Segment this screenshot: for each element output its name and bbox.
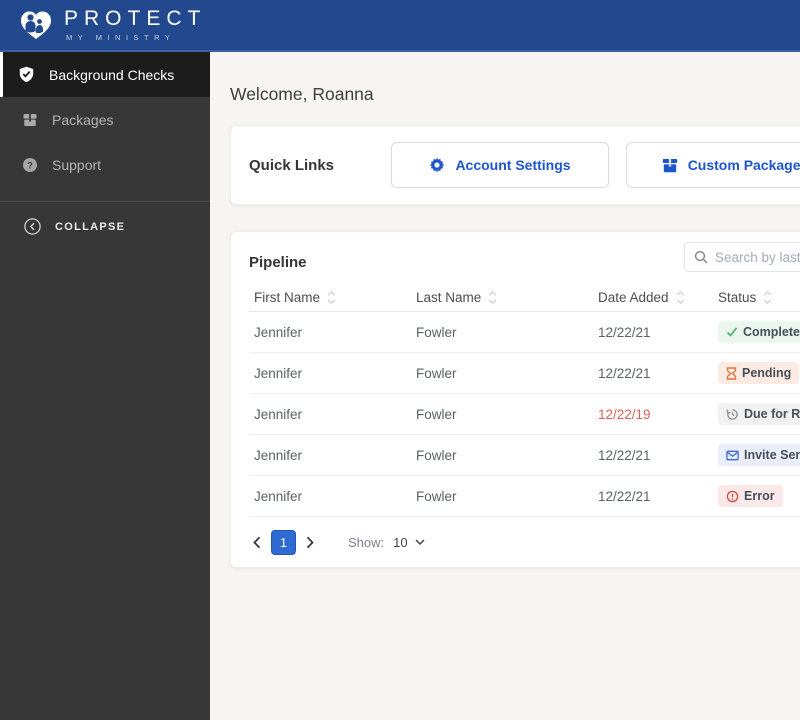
chevron-down-icon bbox=[415, 539, 425, 545]
page-title: Welcome, Roanna bbox=[230, 84, 374, 104]
help-icon: ? bbox=[21, 156, 38, 173]
status-badge: Error bbox=[718, 485, 783, 507]
envelope-icon bbox=[726, 450, 739, 461]
status-badge: Pending bbox=[718, 362, 800, 384]
previous-page-button[interactable] bbox=[249, 532, 265, 553]
page-number-button[interactable]: 1 bbox=[271, 529, 296, 555]
account-settings-button[interactable]: Account Settings bbox=[391, 142, 609, 188]
brand-subtitle: MY MINISTRY bbox=[66, 33, 176, 43]
sidebar-item-packages[interactable]: Packages bbox=[0, 97, 210, 142]
brand-title: PROTECT bbox=[64, 7, 207, 31]
show-label: Show: bbox=[348, 534, 385, 550]
table-row[interactable]: Jennifer Fowler 12/22/21 Invite Sent bbox=[249, 435, 800, 476]
pipeline-table: First Name Last Name Date Added Status J… bbox=[249, 284, 800, 517]
cell-first-name: Jennifer bbox=[254, 365, 303, 381]
cell-date-added: 12/22/21 bbox=[598, 365, 651, 381]
sidebar-item-background-checks[interactable]: Background Checks bbox=[0, 52, 210, 97]
check-icon bbox=[726, 326, 738, 338]
status-badge: Complete bbox=[718, 321, 800, 343]
heart-people-icon bbox=[18, 9, 54, 42]
sidebar-item-support[interactable]: ? Support bbox=[0, 142, 210, 187]
history-icon bbox=[726, 408, 739, 421]
cell-first-name: Jennifer bbox=[254, 488, 303, 504]
hourglass-icon bbox=[726, 366, 737, 380]
table-row[interactable]: Jennifer Fowler 12/22/21 Error bbox=[249, 476, 800, 517]
page-size-dropdown[interactable]: 10 bbox=[393, 534, 425, 550]
cell-date-added: 12/22/21 bbox=[598, 324, 651, 340]
search-icon bbox=[694, 250, 708, 264]
sort-icon bbox=[327, 290, 336, 305]
custom-packages-button[interactable]: Custom Packages bbox=[626, 142, 800, 188]
sidebar-item-label: Packages bbox=[52, 111, 114, 128]
cell-last-name: Fowler bbox=[416, 365, 457, 381]
cell-last-name: Fowler bbox=[416, 447, 457, 463]
status-badge: Due for Rescreen bbox=[718, 403, 800, 425]
account-settings-label: Account Settings bbox=[455, 157, 571, 173]
collapse-sidebar-button[interactable]: COLLAPSE bbox=[0, 202, 210, 235]
search-input[interactable] bbox=[715, 249, 800, 265]
quick-links-title: Quick Links bbox=[249, 156, 335, 174]
packages-icon bbox=[21, 111, 38, 128]
column-header-first-name[interactable]: First Name bbox=[249, 290, 416, 305]
sort-icon bbox=[676, 290, 685, 305]
sort-icon bbox=[488, 290, 497, 305]
column-header-status[interactable]: Status bbox=[718, 290, 800, 305]
search-box bbox=[684, 242, 800, 272]
table-row[interactable]: Jennifer Fowler 12/22/21 Pending bbox=[249, 353, 800, 394]
svg-text:?: ? bbox=[27, 160, 33, 171]
table-header-row: First Name Last Name Date Added Status bbox=[249, 284, 800, 312]
column-header-last-name[interactable]: Last Name bbox=[416, 290, 598, 305]
pipeline-title: Pipeline bbox=[249, 253, 307, 271]
custom-packages-label: Custom Packages bbox=[687, 157, 800, 173]
pipeline-card: Pipeline First Name bbox=[230, 231, 800, 568]
status-badge: Invite Sent bbox=[718, 444, 800, 466]
next-page-button[interactable] bbox=[302, 532, 318, 553]
sidebar-item-label: Support bbox=[52, 156, 102, 173]
sort-icon bbox=[763, 290, 772, 305]
cell-date-added: 12/22/19 bbox=[598, 406, 651, 422]
shield-check-icon bbox=[18, 66, 35, 83]
chevron-left-circle-icon bbox=[24, 218, 41, 235]
top-header: PROTECT MY MINISTRY bbox=[0, 0, 800, 52]
brand-logo[interactable]: PROTECT MY MINISTRY bbox=[18, 8, 206, 42]
main-content: Welcome, Roanna Quick Links Account Sett… bbox=[210, 52, 800, 720]
package-icon bbox=[662, 158, 678, 173]
page-size-value: 10 bbox=[393, 534, 408, 550]
gear-icon bbox=[429, 157, 445, 173]
column-header-date-added[interactable]: Date Added bbox=[598, 290, 718, 305]
collapse-label: COLLAPSE bbox=[55, 220, 126, 233]
sidebar-item-label: Background Checks bbox=[49, 66, 175, 83]
cell-last-name: Fowler bbox=[416, 488, 457, 504]
cell-first-name: Jennifer bbox=[254, 447, 303, 463]
cell-first-name: Jennifer bbox=[254, 324, 303, 340]
cell-date-added: 12/22/21 bbox=[598, 447, 651, 463]
table-row[interactable]: Jennifer Fowler 12/22/19 Due for Rescree… bbox=[249, 394, 800, 435]
quick-links-card: Quick Links Account Settings Custom Pack… bbox=[230, 125, 800, 205]
cell-first-name: Jennifer bbox=[254, 406, 303, 422]
cell-last-name: Fowler bbox=[416, 406, 457, 422]
cell-last-name: Fowler bbox=[416, 324, 457, 340]
sidebar: Background Checks Packages ? Support COL… bbox=[0, 52, 210, 720]
table-row[interactable]: Jennifer Fowler 12/22/21 Complete bbox=[249, 312, 800, 353]
error-icon bbox=[726, 490, 739, 503]
pagination: 1 Show: 10 bbox=[249, 529, 800, 555]
cell-date-added: 12/22/21 bbox=[598, 488, 651, 504]
